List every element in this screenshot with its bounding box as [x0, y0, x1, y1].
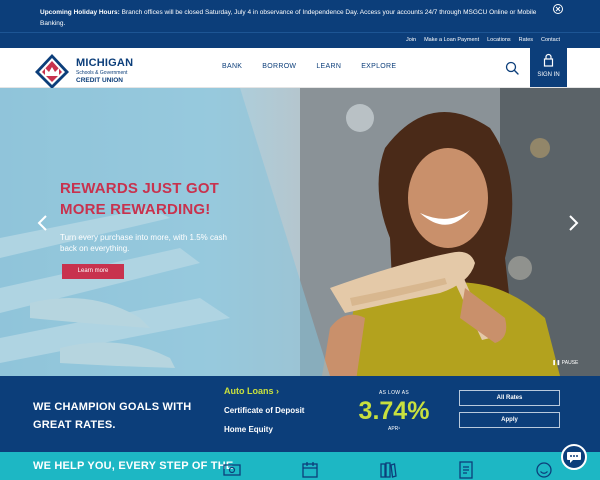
rates-band: WE CHAMPION GOALS WITH GREAT RATES. Auto… — [0, 376, 600, 452]
chevron-left-icon[interactable] — [36, 214, 50, 232]
logo-line-1: MICHIGAN — [76, 57, 134, 69]
close-circle-icon[interactable] — [552, 3, 564, 15]
logo[interactable]: MICHIGAN Schools & Government CREDIT UNI… — [32, 52, 144, 89]
rate-figure: AS LOW AS 3.74% APR¹ — [352, 390, 436, 432]
learn-more-button[interactable]: Learn more — [62, 264, 124, 279]
document-icon[interactable] — [456, 460, 476, 480]
apr-label: APR¹ — [388, 426, 400, 432]
alert-bar: Upcoming Holiday Hours: Branch offices w… — [0, 0, 600, 32]
hero-carousel: REWARDS JUST GOT MORE REWARDING! Turn ev… — [0, 88, 600, 376]
logo-mark-icon — [35, 54, 69, 89]
util-link-join[interactable]: Join — [406, 37, 416, 43]
rate-buttons: All Rates Apply — [459, 390, 560, 434]
util-link-rates[interactable]: Rates — [519, 37, 533, 43]
all-rates-button[interactable]: All Rates — [459, 390, 560, 406]
nav-explore[interactable]: EXPLORE — [361, 63, 396, 70]
pause-icon: ❚❚ — [552, 360, 561, 366]
rate-product-list: Auto Loans › Certificate of Deposit Home… — [224, 386, 304, 444]
utility-nav: Join Make a Loan Payment Locations Rates… — [0, 32, 600, 48]
hero-title: REWARDS JUST GOT MORE REWARDING! — [60, 180, 220, 218]
main-header: MICHIGAN Schools & Government CREDIT UNI… — [0, 48, 600, 89]
lock-icon — [543, 53, 554, 67]
chat-button[interactable] — [561, 444, 587, 470]
help-title: WE HELP YOU, EVERY STEP OF THE — [33, 460, 234, 472]
smile-icon[interactable] — [534, 460, 554, 480]
util-link-locations[interactable]: Locations — [487, 37, 511, 43]
nav-bank[interactable]: BANK — [222, 63, 242, 70]
sign-in-label: SIGN IN — [537, 72, 560, 78]
util-link-loan-payment[interactable]: Make a Loan Payment — [424, 37, 479, 43]
apply-button[interactable]: Apply — [459, 412, 560, 428]
rate-value: 3.74% — [358, 397, 430, 425]
search-icon[interactable] — [504, 60, 520, 76]
sign-in-button[interactable]: SIGN IN — [530, 45, 567, 87]
pause-label: PAUSE — [561, 360, 579, 366]
help-band: WE HELP YOU, EVERY STEP OF THE — [0, 452, 600, 480]
util-link-contact[interactable]: Contact — [541, 37, 560, 43]
alert-text: Upcoming Holiday Hours: Branch offices w… — [40, 7, 560, 29]
rate-product-auto-loans[interactable]: Auto Loans › — [224, 386, 304, 396]
nav-learn[interactable]: LEARN — [316, 63, 341, 70]
chat-icon — [567, 452, 581, 463]
pause-button[interactable]: ❚❚ PAUSE — [552, 360, 578, 366]
calendar-icon[interactable] — [300, 460, 320, 480]
logo-line-2: Schools & Government — [76, 70, 128, 76]
rates-headline: WE CHAMPION GOALS WITH GREAT RATES. — [33, 401, 192, 431]
main-nav: BANK BORROW LEARN EXPLORE — [222, 63, 396, 70]
chevron-right-icon[interactable] — [566, 214, 580, 232]
rate-product-certificate[interactable]: Certificate of Deposit — [224, 406, 304, 415]
money-icon[interactable] — [222, 460, 242, 480]
hero-subtitle: Turn every purchase into more, with 1.5%… — [60, 233, 227, 253]
rate-product-home-equity[interactable]: Home Equity — [224, 425, 304, 434]
alert-label: Upcoming Holiday Hours: — [40, 9, 120, 16]
nav-borrow[interactable]: BORROW — [262, 63, 296, 70]
logo-line-3: CREDIT UNION — [76, 77, 123, 84]
books-icon[interactable] — [378, 460, 398, 480]
